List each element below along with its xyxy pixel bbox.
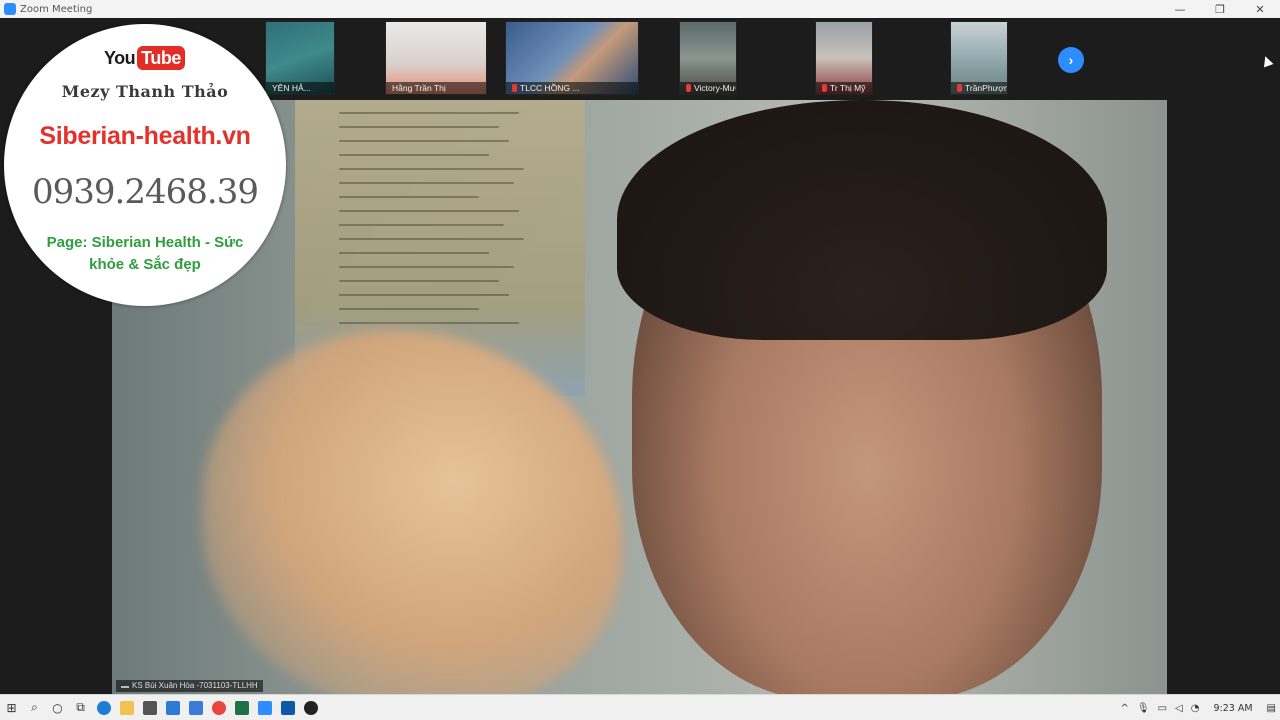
participant-name: Victory-Mươn... [680, 82, 736, 94]
volume-icon[interactable]: ◁ [1175, 703, 1183, 714]
file-explorer-icon[interactable] [115, 695, 138, 720]
participant-name: Hằng Trần Thị [386, 82, 486, 94]
zoom-logo-icon [4, 3, 16, 15]
microphone-icon[interactable]: 🎙 [1137, 703, 1150, 714]
participant-tile[interactable]: TrầnPhượng [950, 21, 1008, 95]
taskbar-clock[interactable]: 9:23 AM [1213, 703, 1252, 714]
channel-owner: Mezy Thanh Thảo [61, 82, 229, 101]
participant-tile[interactable]: Victory-Mươn... [679, 21, 737, 95]
muted-mic-icon [822, 84, 827, 92]
zoom-icon[interactable] [253, 695, 276, 720]
phone-number: 0939.2468.39 [32, 172, 259, 212]
windows-start-icon[interactable]: ⊞ [0, 695, 23, 720]
next-page-button[interactable]: › [1058, 47, 1084, 73]
mail-icon[interactable] [161, 695, 184, 720]
channel-logo-overlay: You Tube Mezy Thanh Thảo Siberian-health… [4, 24, 286, 306]
wifi-icon[interactable]: ◔ [1191, 703, 1200, 714]
maximize-button[interactable]: ❐ [1200, 0, 1240, 18]
edge-icon[interactable] [92, 695, 115, 720]
window-controls: — ❐ ✕ [1160, 0, 1280, 18]
muted-mic-icon [512, 84, 517, 92]
system-tray: ^ 🎙 ▭ ◁ ◔ 9:23 AM ▤ [1117, 695, 1280, 720]
cortana-icon[interactable]: ○ [46, 695, 69, 720]
task-view-icon[interactable]: ⧉ [69, 695, 92, 720]
signal-icon [121, 681, 129, 688]
obs-icon[interactable] [299, 695, 322, 720]
participant-tile[interactable]: Tr Thị Mỹ [815, 21, 873, 95]
muted-mic-icon [957, 84, 962, 92]
youtube-logo: You Tube [104, 46, 185, 70]
participant-tile[interactable]: Hằng Trần Thị [385, 21, 487, 95]
windows-taskbar: ⊞ ⌕ ○ ⧉ ^ 🎙 ▭ ◁ ◔ 9:23 AM ▤ [0, 694, 1280, 720]
website: Siberian-health.vn [39, 122, 251, 150]
speaker-hair [617, 100, 1107, 340]
muted-mic-icon [686, 84, 691, 92]
chrome-icon[interactable] [207, 695, 230, 720]
mouse-cursor-icon [1260, 54, 1274, 68]
search-icon[interactable]: ⌕ [23, 695, 46, 720]
network-icon[interactable]: ▭ [1158, 703, 1167, 714]
notifications-icon[interactable]: ▤ [1267, 703, 1276, 714]
participant-name: TrầnPhượng [951, 82, 1007, 94]
zoom-meeting-screen: Zoom Meeting — ❐ ✕ YÊN HẢ... Hằng Trần T… [0, 0, 1280, 720]
meeting-area: YÊN HẢ... Hằng Trần Thị TLCC HỒNG ... Vi… [0, 18, 1280, 694]
calendar-icon[interactable] [184, 695, 207, 720]
chevron-right-icon: › [1068, 52, 1074, 68]
participant-tile[interactable]: TLCC HỒNG ... [505, 21, 639, 95]
show-hidden-icons-icon[interactable]: ^ [1121, 703, 1129, 714]
participant-name: TLCC HỒNG ... [506, 82, 638, 94]
store-icon[interactable] [138, 695, 161, 720]
window-title: Zoom Meeting [20, 3, 93, 15]
photos-icon[interactable] [276, 695, 299, 720]
title-bar: Zoom Meeting — ❐ ✕ [0, 0, 1280, 18]
close-button[interactable]: ✕ [1240, 0, 1280, 18]
participant-name: Tr Thị Mỹ [816, 82, 872, 94]
excel-icon[interactable] [230, 695, 253, 720]
speaker-name-label: KS Bùi Xuân Hòa -7031103-TLLHH [116, 680, 263, 692]
facebook-page: Page: Siberian Health - Sức khỏe & Sắc đ… [46, 234, 244, 273]
minimize-button[interactable]: — [1160, 0, 1200, 18]
